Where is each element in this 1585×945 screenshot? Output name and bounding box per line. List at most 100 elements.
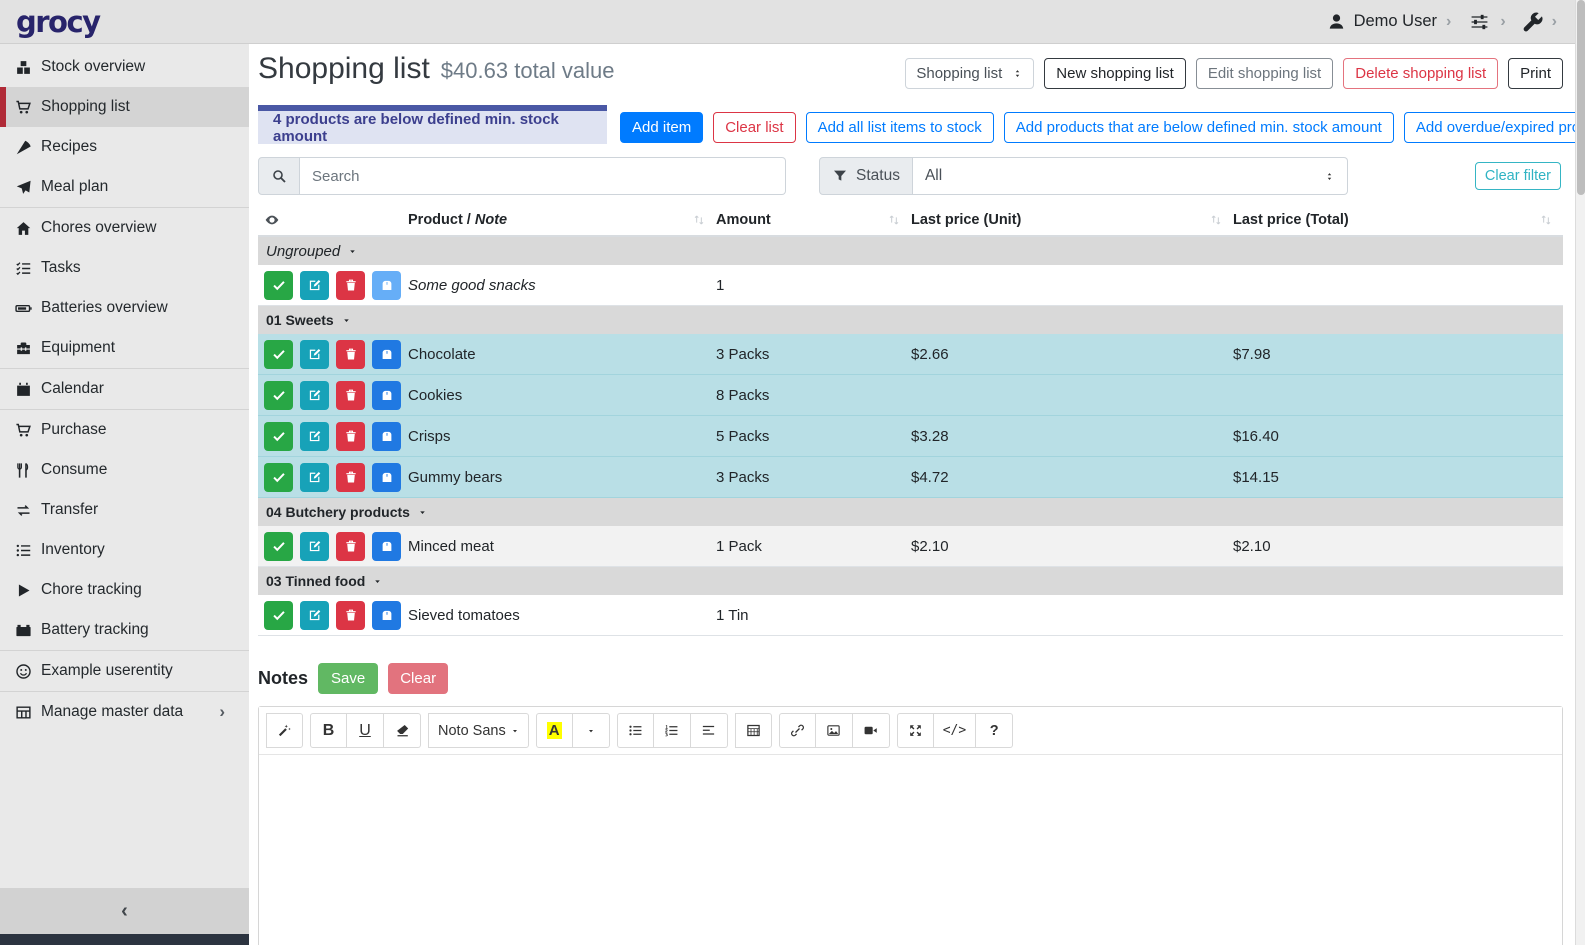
fullscreen-button[interactable] (897, 713, 934, 748)
sidebar-item-meal-plan[interactable]: Meal plan (0, 167, 249, 207)
edit-item-button[interactable] (300, 340, 329, 369)
clear-list-button[interactable]: Clear list (713, 112, 795, 143)
mark-done-button[interactable] (264, 601, 293, 630)
edit-shopping-list-button[interactable]: Edit shopping list (1196, 58, 1333, 89)
delete-item-button[interactable] (336, 271, 365, 300)
delete-item-button[interactable] (336, 532, 365, 561)
unordered-list-button[interactable] (617, 713, 654, 748)
delete-item-button[interactable] (336, 463, 365, 492)
clear-filter-button[interactable]: Clear filter (1475, 162, 1561, 190)
eye-icon[interactable] (264, 212, 280, 228)
sort-icon[interactable] (692, 213, 706, 227)
add-to-stock-button[interactable] (372, 381, 401, 410)
insert-table-button[interactable] (735, 713, 772, 748)
sidebar-item-consume[interactable]: Consume (0, 450, 249, 490)
sidebar-item-batteries-overview[interactable]: Batteries overview (0, 288, 249, 328)
font-color-button[interactable]: A (536, 713, 573, 748)
vertical-scrollbar[interactable] (1575, 0, 1585, 945)
group-row-2[interactable]: 04 Butchery products (258, 498, 1563, 526)
shopping-list-select[interactable]: Shopping list (905, 58, 1034, 89)
sort-icon[interactable] (1209, 213, 1223, 227)
edit-item-button[interactable] (300, 422, 329, 451)
add-to-stock-button[interactable] (372, 340, 401, 369)
insert-link-button[interactable] (779, 713, 816, 748)
search-input[interactable] (300, 157, 786, 195)
underline-button[interactable]: U (347, 713, 384, 748)
sidebar-item-chore-tracking[interactable]: Chore tracking (0, 570, 249, 610)
clear-format-button[interactable] (384, 713, 421, 748)
wrench-icon[interactable] (1523, 12, 1543, 32)
sidebar-item-example-userentity[interactable]: Example userentity (0, 651, 249, 691)
new-shopping-list-button[interactable]: New shopping list (1044, 58, 1186, 89)
sidebar-item-stock-overview[interactable]: Stock overview (0, 47, 249, 87)
group-row-1[interactable]: 01 Sweets (258, 306, 1563, 334)
edit-item-button[interactable] (300, 463, 329, 492)
code-view-button[interactable]: </> (934, 713, 976, 748)
add-to-stock-button[interactable] (372, 422, 401, 451)
add-to-stock-button[interactable] (372, 532, 401, 561)
mark-done-button[interactable] (264, 422, 293, 451)
user-menu[interactable]: Demo User (1354, 12, 1437, 31)
help-button[interactable]: ? (976, 713, 1013, 748)
settings-sliders-icon[interactable] (1468, 12, 1491, 32)
group-row-3[interactable]: 03 Tinned food (258, 567, 1563, 595)
edit-item-button[interactable] (300, 381, 329, 410)
sidebar-collapse-button[interactable]: ‹ (0, 888, 249, 934)
mark-done-button[interactable] (264, 271, 293, 300)
sidebar-item-recipes[interactable]: Recipes (0, 127, 249, 167)
add-to-stock-button[interactable] (372, 601, 401, 630)
add-all-to-stock-button[interactable]: Add all list items to stock (806, 112, 994, 143)
sidebar-item-manage-master-data[interactable]: Manage master data› (0, 692, 249, 732)
sidebar-item-battery-tracking[interactable]: Battery tracking (0, 610, 249, 650)
bold-button[interactable]: B (310, 713, 347, 748)
mark-done-button[interactable] (264, 381, 293, 410)
delete-item-button[interactable] (336, 340, 365, 369)
scrollbar-thumb[interactable] (1577, 0, 1585, 195)
edit-item-button[interactable] (300, 532, 329, 561)
column-header-amount[interactable]: Amount (716, 212, 911, 228)
sidebar-item-tasks[interactable]: Tasks (0, 248, 249, 288)
column-header-unit-price[interactable]: Last price (Unit) (911, 212, 1233, 228)
notes-save-button[interactable]: Save (318, 663, 378, 694)
sort-icon[interactable] (1539, 213, 1553, 227)
shopping-list-row: Chocolate3 Packs$2.66$7.98 (258, 334, 1563, 375)
toolbar-group: A (536, 713, 610, 748)
paragraph-button[interactable] (691, 713, 728, 748)
insert-video-button[interactable] (853, 713, 890, 748)
print-button[interactable]: Print (1508, 58, 1563, 89)
status-select[interactable]: All (913, 157, 1348, 195)
sidebar-item-chores-overview[interactable]: Chores overview (0, 208, 249, 248)
font-family-button[interactable]: Noto Sans (428, 713, 529, 748)
sidebar-item-transfer[interactable]: Transfer (0, 490, 249, 530)
delete-item-button[interactable] (336, 601, 365, 630)
notes-edit-area[interactable] (259, 755, 1562, 945)
notes-clear-button[interactable]: Clear (388, 663, 448, 694)
chevron-right-icon: › (1552, 13, 1557, 31)
add-to-stock-button[interactable] (372, 271, 401, 300)
add-overdue-button[interactable]: Add overdue/expired products (1404, 112, 1585, 143)
mark-done-button[interactable] (264, 340, 293, 369)
column-header-total-price[interactable]: Last price (Total) (1233, 212, 1563, 228)
mark-done-button[interactable] (264, 532, 293, 561)
edit-item-button[interactable] (300, 601, 329, 630)
edit-item-button[interactable] (300, 271, 329, 300)
group-row-0[interactable]: Ungrouped (258, 237, 1563, 265)
add-below-min-stock-button[interactable]: Add products that are below defined min.… (1004, 112, 1394, 143)
add-item-button[interactable]: Add item (620, 112, 703, 143)
add-to-stock-button[interactable] (372, 463, 401, 492)
sidebar-item-inventory[interactable]: Inventory (0, 530, 249, 570)
column-header-product[interactable]: Product / Note (408, 212, 716, 228)
sidebar-item-shopping-list[interactable]: Shopping list (0, 87, 249, 127)
sidebar-item-calendar[interactable]: Calendar (0, 369, 249, 409)
insert-picture-button[interactable] (816, 713, 853, 748)
delete-item-button[interactable] (336, 381, 365, 410)
ordered-list-button[interactable] (654, 713, 691, 748)
sidebar-item-equipment[interactable]: Equipment (0, 328, 249, 368)
delete-shopping-list-button[interactable]: Delete shopping list (1343, 58, 1498, 89)
sidebar-item-purchase[interactable]: Purchase (0, 410, 249, 450)
font-color-caret-button[interactable] (573, 713, 610, 748)
delete-item-button[interactable] (336, 422, 365, 451)
magic-style-button[interactable] (266, 713, 303, 748)
mark-done-button[interactable] (264, 463, 293, 492)
sort-icon[interactable] (887, 213, 901, 227)
